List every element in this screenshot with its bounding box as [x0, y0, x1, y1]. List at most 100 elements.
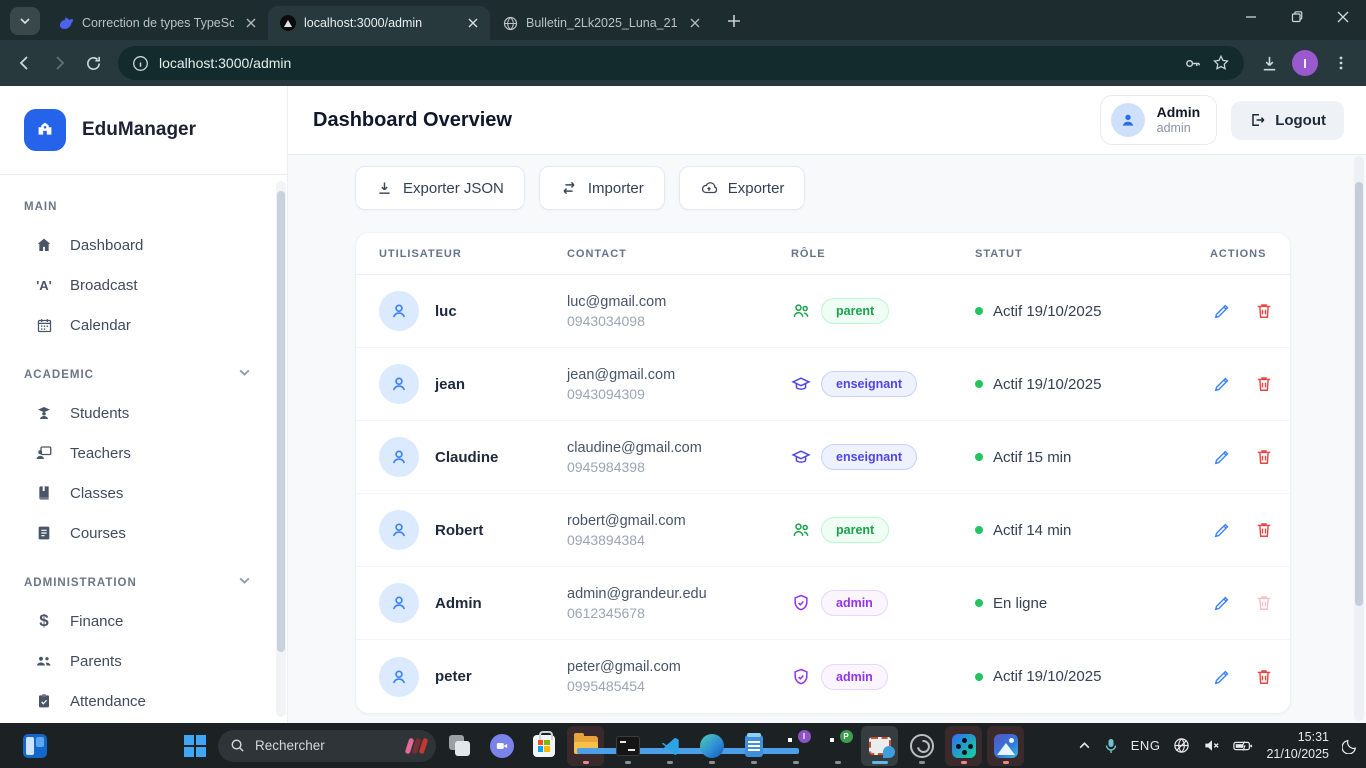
close-button[interactable]	[1320, 0, 1366, 34]
sidebar-scrollbar[interactable]	[276, 181, 286, 717]
task-view-icon	[448, 734, 472, 758]
tab-close-icon[interactable]	[242, 14, 260, 32]
sidebar-item-broadcast[interactable]: 'A' Broadcast	[0, 265, 287, 305]
users-icon	[34, 652, 54, 670]
export-button[interactable]: Exporter	[679, 166, 806, 210]
night-mode-moon-icon[interactable]	[1342, 738, 1358, 754]
start-button[interactable]	[176, 726, 213, 766]
delete-button[interactable]	[1254, 520, 1274, 540]
sidebar-item-parents[interactable]: Parents	[0, 641, 287, 681]
edit-button[interactable]	[1212, 593, 1232, 613]
chrome-profile1-button[interactable]: I	[777, 726, 814, 766]
network-globe-icon[interactable]	[1173, 737, 1190, 754]
battery-charging-icon[interactable]	[1233, 739, 1253, 753]
task-view-button[interactable]	[441, 726, 478, 766]
chat-icon	[490, 734, 514, 758]
snipping-tool-button[interactable]	[861, 726, 898, 766]
sidebar-item-calendar[interactable]: Calendar	[0, 305, 287, 345]
users-table: UTILISATEUR CONTACT RÔLE STATUT ACTIONS …	[355, 232, 1291, 714]
notepad-button[interactable]	[735, 726, 772, 766]
edit-button[interactable]	[1212, 447, 1232, 467]
globe-favicon	[502, 15, 518, 31]
language-indicator[interactable]: ENG	[1131, 738, 1161, 753]
password-key-icon[interactable]	[1183, 54, 1202, 73]
sidebar-item-classes[interactable]: Classes	[0, 473, 287, 513]
tab-close-icon[interactable]	[464, 14, 482, 32]
forward-button[interactable]	[42, 46, 76, 80]
volume-muted-icon[interactable]	[1203, 737, 1220, 754]
chrome-profile2-button[interactable]: P	[819, 726, 856, 766]
logout-button[interactable]: Logout	[1231, 101, 1344, 140]
sidebar-item-courses[interactable]: Courses	[0, 513, 287, 553]
status-text: Actif 14 min	[993, 522, 1071, 539]
browser-tab-bulletin[interactable]: Bulletin_2Lk2025_Luna_21-10-2	[490, 6, 712, 40]
widgets-button[interactable]	[16, 726, 53, 766]
user-name: jean	[435, 376, 465, 393]
delete-button[interactable]	[1254, 374, 1274, 394]
status-dot	[975, 599, 983, 607]
current-user-chip[interactable]: Admin admin	[1100, 95, 1218, 145]
taskbar-search[interactable]: Rechercher	[218, 730, 436, 762]
sidebar-item-dashboard[interactable]: Dashboard	[0, 225, 287, 265]
minimize-button[interactable]	[1228, 0, 1274, 34]
status-text: Actif 19/10/2025	[993, 668, 1101, 685]
browser-menu-icon[interactable]	[1324, 46, 1358, 80]
maximize-button[interactable]	[1274, 0, 1320, 34]
downloads-icon[interactable]	[1252, 46, 1286, 80]
teams-chat-button[interactable]	[483, 726, 520, 766]
microphone-icon[interactable]	[1104, 738, 1118, 754]
clipboard-check-icon	[34, 693, 54, 709]
new-tab-button[interactable]	[720, 7, 748, 35]
browser-profile-avatar[interactable]: I	[1292, 50, 1318, 76]
tray-clock[interactable]: 15:31 21/10/2025	[1266, 729, 1329, 763]
sidebar-nav: MAIN Dashboard 'A' Broadcast Calendar AC…	[0, 189, 287, 721]
tab-close-icon[interactable]	[686, 14, 704, 32]
obs-button[interactable]	[903, 726, 940, 766]
user-phone: 0945984398	[567, 459, 791, 475]
import-button[interactable]: Importer	[539, 166, 665, 210]
sidebar-item-finance[interactable]: $ Finance	[0, 601, 287, 641]
vscode-button[interactable]	[651, 726, 688, 766]
status-text: Actif 19/10/2025	[993, 303, 1101, 320]
edumanager-logo-icon	[24, 109, 66, 151]
localhost-favicon	[280, 15, 296, 31]
tray-date: 21/10/2025	[1266, 746, 1329, 763]
content-scrollbar[interactable]	[1354, 156, 1364, 721]
photos-app-button[interactable]	[987, 726, 1024, 766]
site-info-icon[interactable]	[132, 55, 149, 72]
edit-button[interactable]	[1212, 520, 1232, 540]
sidebar-item-students[interactable]: Students	[0, 393, 287, 433]
microsoft-store-button[interactable]	[525, 726, 562, 766]
download-icon	[376, 180, 393, 197]
bookmark-star-icon[interactable]	[1212, 54, 1230, 72]
sidebar-item-teachers[interactable]: Teachers	[0, 433, 287, 473]
user-avatar	[379, 364, 419, 404]
chrome-icon: P	[826, 734, 850, 758]
edit-button[interactable]	[1212, 374, 1232, 394]
browser-tab-localhost-active[interactable]: localhost:3000/admin	[268, 6, 490, 40]
file-explorer-button[interactable]	[567, 726, 604, 766]
delete-button[interactable]	[1254, 447, 1274, 467]
delete-button[interactable]	[1254, 301, 1274, 321]
edit-button[interactable]	[1212, 667, 1232, 687]
edit-button[interactable]	[1212, 301, 1232, 321]
edge-button[interactable]	[693, 726, 730, 766]
gamebar-app-button[interactable]	[945, 726, 982, 766]
sidebar-item-attendance[interactable]: Attendance	[0, 681, 287, 721]
nav-section-administration[interactable]: ADMINISTRATION	[0, 565, 287, 601]
address-bar[interactable]: localhost:3000/admin	[118, 46, 1244, 80]
back-button[interactable]	[8, 46, 42, 80]
admin-role-icon	[791, 593, 811, 613]
delete-button[interactable]	[1254, 667, 1274, 687]
user-phone: 0943894384	[567, 532, 791, 548]
taskbar-center: Rechercher I P	[176, 726, 1024, 766]
terminal-button[interactable]	[609, 726, 646, 766]
tray-chevron-up-icon[interactable]	[1078, 739, 1091, 752]
reload-button[interactable]	[76, 46, 110, 80]
tray-time: 15:31	[1266, 729, 1329, 746]
export-json-button[interactable]: Exporter JSON	[355, 166, 525, 210]
tab-search-button[interactable]	[10, 7, 40, 35]
browser-tab-typescript[interactable]: Correction de types TypeScript	[46, 6, 268, 40]
nav-section-academic[interactable]: ACADEMIC	[0, 357, 287, 393]
table-header: UTILISATEUR CONTACT RÔLE STATUT ACTIONS	[356, 233, 1290, 275]
